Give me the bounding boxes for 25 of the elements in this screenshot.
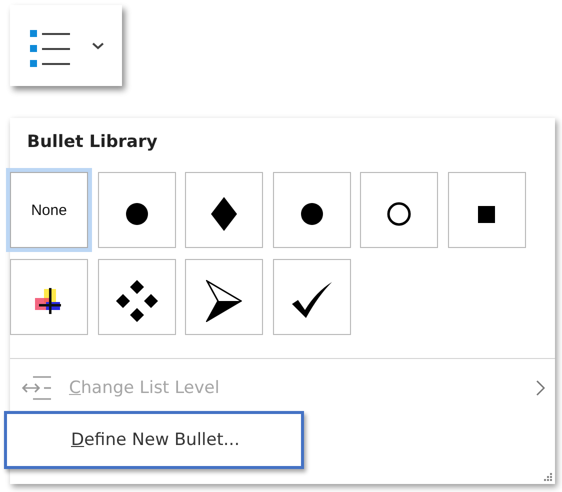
bullet-option[interactable]	[360, 172, 438, 248]
dot-bullet-icon	[126, 203, 148, 225]
bullet-option[interactable]	[10, 259, 88, 335]
four-diamonds-bullet-icon	[116, 280, 158, 322]
circle-bullet-icon	[387, 202, 411, 226]
menu-item[interactable]: Define New Bullet...	[4, 411, 304, 469]
indent-arrow-icon	[22, 376, 52, 400]
dot-bullet-icon	[300, 203, 322, 225]
bullet-option[interactable]	[185, 172, 263, 248]
bullet-option[interactable]	[272, 259, 350, 335]
diamond-bullet-icon	[211, 197, 237, 231]
bullet-option[interactable]	[448, 172, 526, 248]
bullet-option[interactable]	[272, 172, 350, 248]
caret-icon	[92, 42, 104, 50]
bullet-list-icon	[30, 28, 72, 68]
picture-bullet-icon	[35, 287, 63, 315]
section-heading: Bullet Library	[26, 131, 158, 154]
arrowhead-bullet-icon	[206, 280, 242, 322]
bullet-option[interactable]	[98, 172, 176, 248]
check-bullet-icon	[292, 282, 332, 320]
square-bullet-icon	[478, 206, 495, 222]
bullet-option[interactable]	[185, 259, 263, 335]
bullets-split-button[interactable]	[10, 5, 122, 86]
bullet-option[interactable]	[98, 259, 176, 335]
resize-grip-icon[interactable]	[544, 473, 553, 482]
